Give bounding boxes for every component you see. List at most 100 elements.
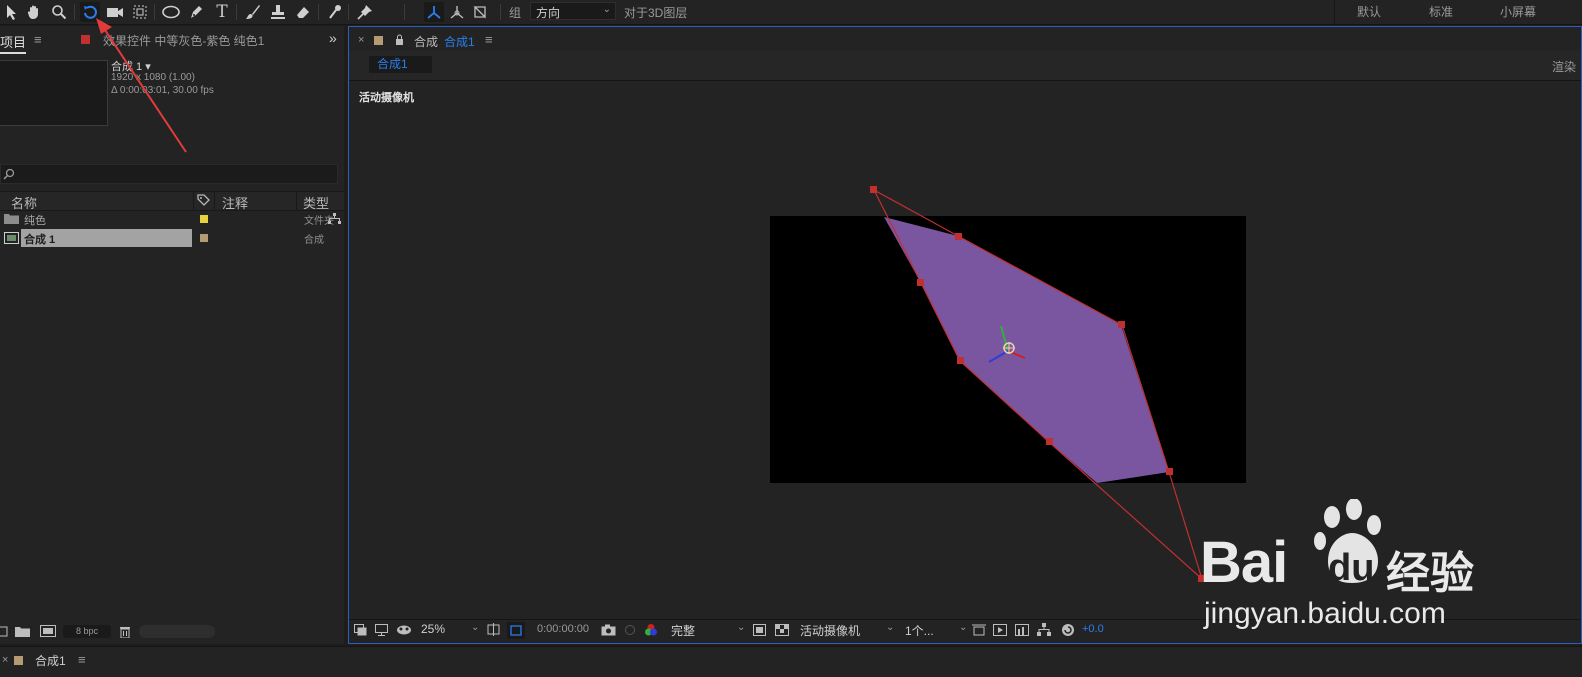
renderer-label[interactable]: 渲染 [1552, 58, 1581, 75]
list-item[interactable]: 纯色 文件夹 [0, 210, 344, 228]
brush-tool-icon[interactable] [243, 2, 263, 22]
orientation-value: 方向 [536, 6, 561, 20]
view-layout-value: 1个... [905, 624, 934, 638]
selection-tool-icon[interactable] [2, 2, 22, 22]
thumbnail-size-slider[interactable] [139, 625, 215, 638]
current-time[interactable]: 0:00:00:00 [537, 623, 589, 635]
effects-lock-icon [81, 35, 90, 44]
panel-menu-icon[interactable]: ≡ [34, 32, 42, 47]
region-of-interest-icon [510, 625, 522, 636]
panel-menu-icon[interactable]: ≡ [78, 652, 86, 667]
workspace-standard[interactable]: 标准 [1429, 3, 1453, 20]
zoom-tool-icon[interactable] [49, 2, 69, 22]
close-icon[interactable]: × [358, 34, 364, 46]
brand-paw-text: du [1328, 547, 1375, 589]
project-panel: 项目 ≡ 效果控件 中等灰色-紫色 纯色1 » 合成 1 ▾ 1920 x 10… [0, 26, 344, 644]
lock-icon[interactable] [395, 34, 404, 45]
item-name: 合成 1 [24, 234, 56, 246]
workspace-small-screen[interactable]: 小屏幕 [1500, 3, 1536, 20]
comp-duration: Δ 0:00:03:01, 30.00 fps [111, 85, 214, 96]
label-tag-icon[interactable] [197, 194, 210, 210]
pen-tool-icon[interactable] [186, 2, 206, 22]
camera-tool-icon[interactable] [105, 2, 125, 22]
region-select-tool-icon[interactable] [130, 2, 150, 22]
view-layout-dropdown[interactable]: 1个... ⌄ [905, 622, 967, 639]
show-snapshot-icon[interactable] [623, 624, 637, 636]
new-composition-icon[interactable] [40, 625, 56, 637]
toolbar: T 组 方向 ⌄ 对于3D图层 默认 标准 小屏幕 [0, 0, 1582, 25]
new-folder-icon[interactable] [15, 626, 30, 637]
transparency-grid-toggle[interactable] [507, 622, 525, 639]
orientation-dropdown[interactable]: 方向 ⌄ [530, 2, 616, 20]
monitor-icon[interactable] [375, 624, 388, 636]
label-color-swatch[interactable] [200, 234, 208, 242]
fit-resolution-icon[interactable] [486, 623, 501, 637]
flowchart-icon[interactable] [328, 213, 341, 225]
fast-previews-icon[interactable] [753, 624, 766, 636]
panel-menu-icon[interactable]: ≡ [485, 32, 493, 47]
relative-3d-label: 对于3D图层 [624, 6, 688, 20]
world-axis-mode-icon[interactable] [447, 2, 467, 22]
brand-text: Bai [1200, 530, 1288, 595]
clone-stamp-tool-icon[interactable] [268, 2, 288, 22]
chevron-down-icon: ⌄ [886, 622, 895, 633]
tab-composition[interactable]: 合成1 [444, 33, 475, 50]
watermark-url: jingyan.baidu.com [1204, 597, 1446, 630]
baidu-jingyan-watermark: Bai du 经验 jingyan.baidu.com [1200, 495, 1500, 645]
comp-flowchart-icon[interactable] [1037, 623, 1051, 636]
timeline-tab-bar: × 合成1 ≡ [0, 646, 1582, 677]
mask-visibility-icon[interactable] [396, 624, 412, 636]
timeline-icon[interactable] [1015, 624, 1029, 636]
chevron-down-icon: ⌄ [471, 622, 480, 633]
close-icon[interactable]: × [2, 654, 8, 666]
local-axis-mode-icon[interactable] [424, 2, 444, 22]
trash-icon[interactable] [119, 625, 131, 638]
always-preview-icon[interactable] [354, 624, 367, 636]
item-name: 纯色 [24, 215, 46, 227]
workspace-default[interactable]: 默认 [1357, 3, 1381, 20]
transparency-grid-icon[interactable] [775, 624, 789, 636]
chevron-down-icon: ⌄ [959, 622, 968, 633]
zoom-dropdown[interactable]: 25% ⌄ [421, 622, 479, 639]
camera-dropdown[interactable]: 活动摄像机 ⌄ [800, 622, 894, 639]
search-input[interactable] [0, 164, 338, 184]
panel-overflow-icon[interactable]: » [329, 30, 337, 46]
exposure-value[interactable]: +0.0 [1082, 623, 1104, 635]
fast-preview-icon[interactable] [993, 624, 1007, 636]
text-tool-icon[interactable]: T [212, 2, 232, 22]
channel-rgb-icon[interactable] [644, 623, 658, 637]
tab-timeline[interactable]: 合成1 [35, 652, 66, 669]
tab-prefix: 合成 [414, 35, 439, 49]
reset-exposure-icon[interactable] [1061, 623, 1075, 637]
service-text: 经验 [1386, 549, 1474, 598]
resolution-value: 完整 [671, 624, 696, 638]
view-axis-mode-icon[interactable] [470, 2, 490, 22]
hand-tool-icon[interactable] [24, 2, 44, 22]
label-color-swatch[interactable] [200, 215, 208, 223]
puppet-pin-tool-icon[interactable] [355, 2, 375, 22]
search-icon [3, 168, 15, 180]
chevron-down-icon: ⌄ [737, 622, 746, 633]
roto-brush-tool-icon[interactable] [325, 2, 345, 22]
bit-depth-button[interactable]: 8 bpc [63, 625, 111, 638]
eraser-tool-icon[interactable] [293, 2, 313, 22]
toggle-pixel-aspect-icon[interactable] [972, 624, 986, 636]
breadcrumb-item[interactable]: 合成1 [369, 56, 432, 73]
tab-effect-controls[interactable]: 效果控件 中等灰色-紫色 纯色1 [103, 32, 278, 49]
column-header-row: 名称 注释 类型 [0, 191, 344, 211]
project-footer: 8 bpc [0, 622, 344, 642]
orbit-camera-tool-icon[interactable] [80, 2, 100, 22]
breadcrumb: 合成1 渲染 [349, 51, 1581, 81]
item-type: 合成 [304, 235, 324, 246]
snapshot-icon[interactable] [601, 624, 616, 636]
comp-resolution: 1920 x 1080 (1.00) [111, 72, 195, 83]
comp-label-swatch [374, 36, 383, 45]
resolution-dropdown[interactable]: 完整 ⌄ [671, 622, 745, 639]
ellipse-tool-icon[interactable] [161, 2, 181, 22]
chevron-down-icon: ⌄ [602, 4, 611, 15]
tab-project[interactable]: 项目 [0, 32, 27, 54]
group-label: 组 [509, 6, 522, 20]
solid-layer-shape[interactable] [884, 217, 1169, 483]
list-item[interactable]: 合成 1 合成 [0, 229, 344, 247]
interpret-footage-icon[interactable] [0, 626, 8, 637]
